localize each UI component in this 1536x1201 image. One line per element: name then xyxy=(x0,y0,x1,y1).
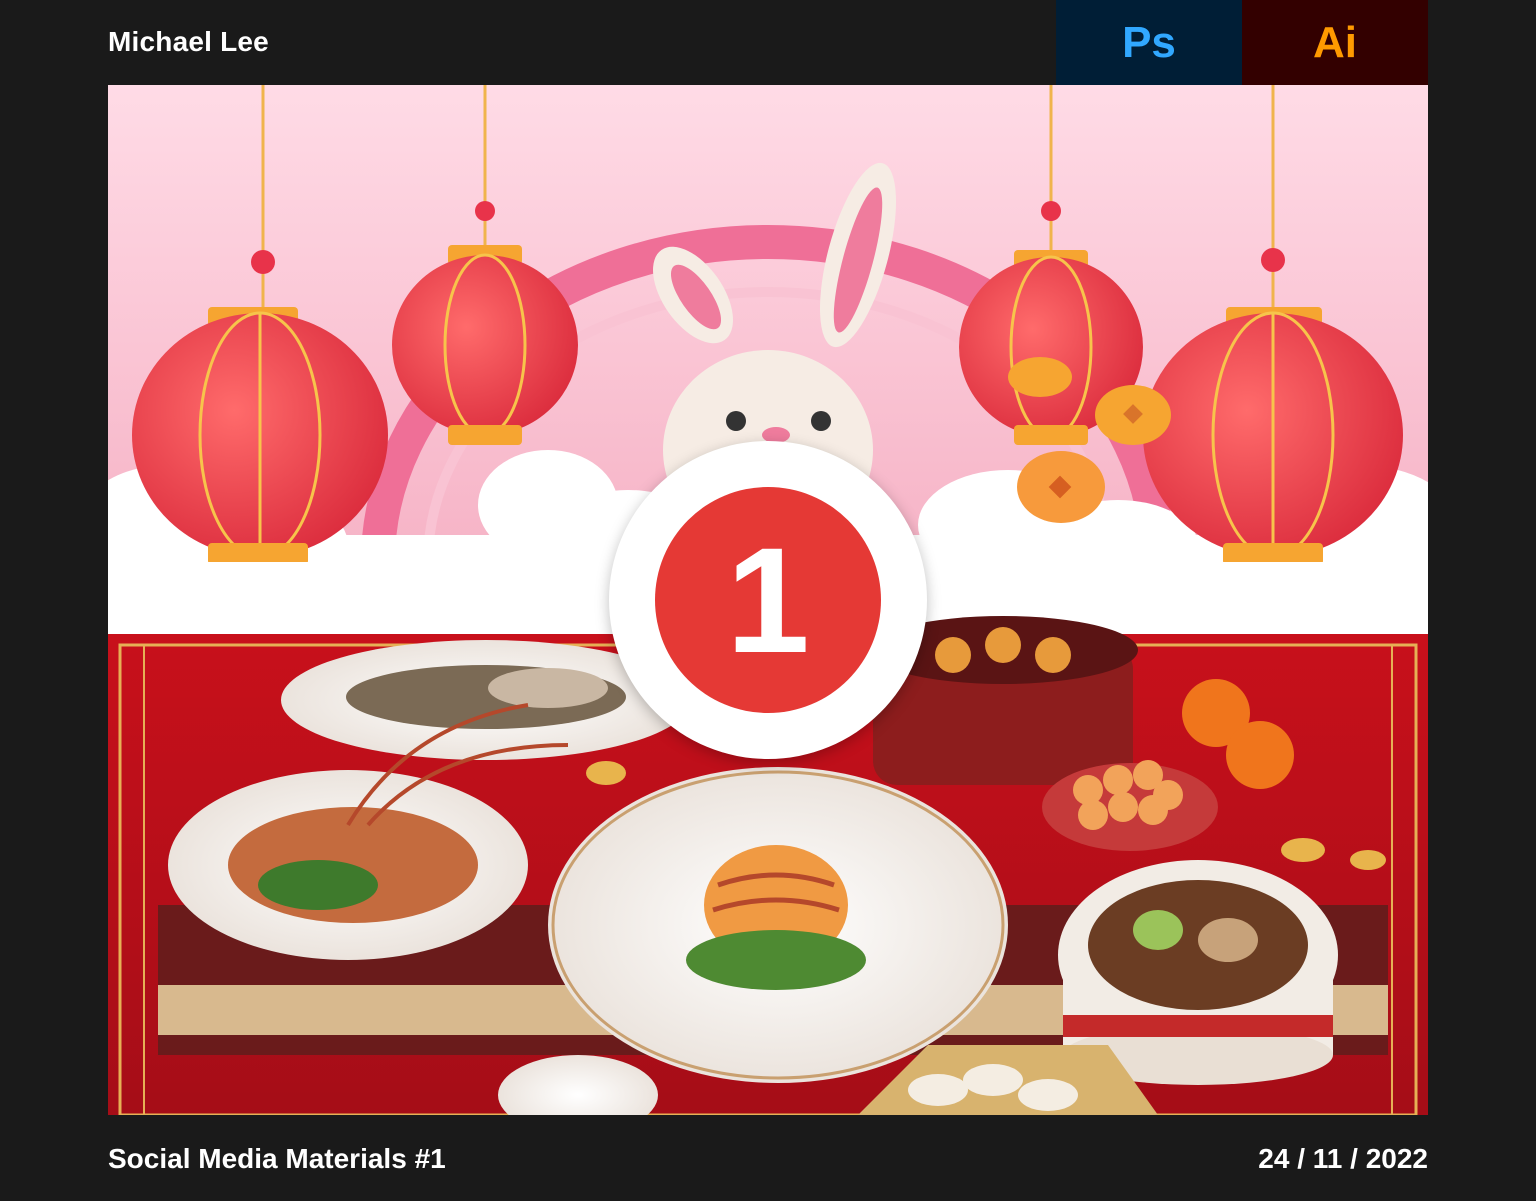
illustrator-badge: Ai xyxy=(1242,0,1428,85)
center-dish xyxy=(548,767,1008,1083)
number-label: 1 xyxy=(655,487,881,713)
number-badge: 1 xyxy=(609,441,927,759)
footer-date: 24 / 11 / 2022 xyxy=(1258,1143,1428,1174)
footer-title: Social Media Materials #1 xyxy=(108,1143,446,1174)
photoshop-badge: Ps xyxy=(1056,0,1242,85)
artwork-canvas: 1 xyxy=(108,85,1428,1115)
author-name: Michael Lee xyxy=(108,26,269,57)
